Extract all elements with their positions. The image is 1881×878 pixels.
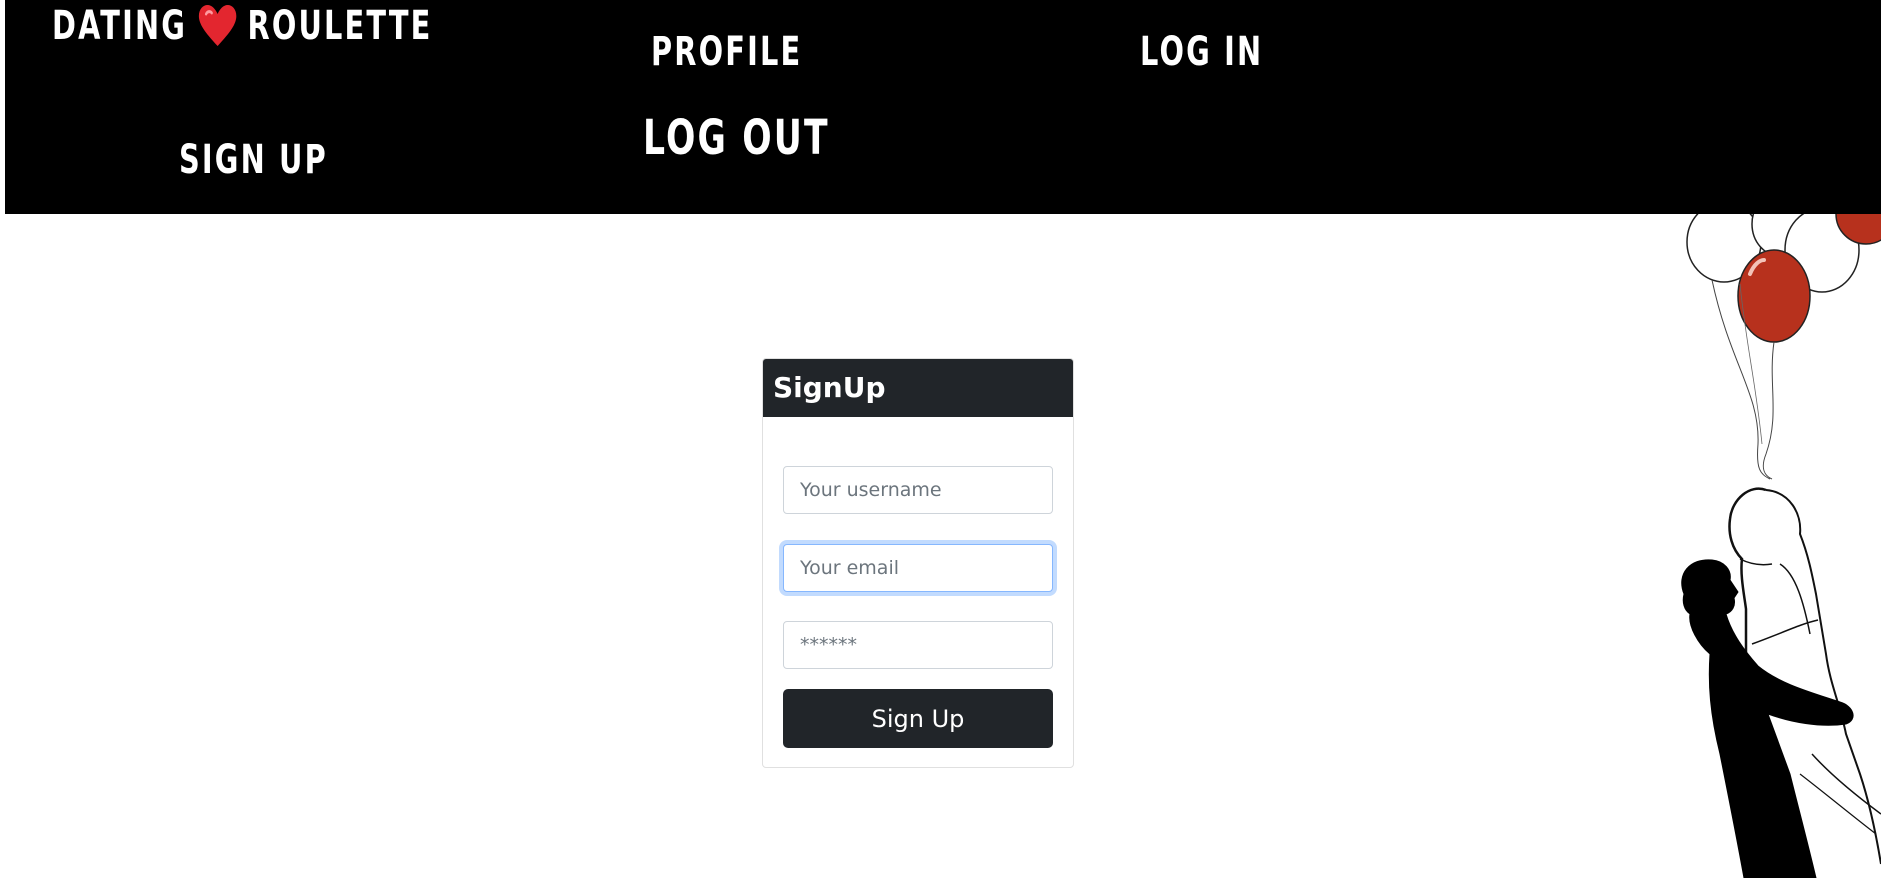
brand-logo[interactable]: DATING ROULETTE <box>52 4 432 48</box>
signup-submit-button[interactable]: Sign Up <box>783 689 1053 748</box>
signup-card: SignUp Sign Up <box>762 358 1074 768</box>
brand-text-left: DATING <box>52 3 188 49</box>
top-navbar: DATING ROULETTE PROFILE LOG IN SIGN UP L… <box>5 0 1881 214</box>
couple-with-balloons-illustration <box>1681 214 1881 878</box>
signup-card-title: SignUp <box>763 359 1073 417</box>
heart-icon <box>197 4 237 48</box>
nav-link-profile[interactable]: PROFILE <box>651 32 802 72</box>
nav-link-logout[interactable]: LOG OUT <box>643 114 830 162</box>
brand-text-right: ROULETTE <box>247 3 433 49</box>
password-input[interactable] <box>783 621 1053 669</box>
email-input[interactable] <box>783 544 1053 592</box>
username-input[interactable] <box>783 466 1053 514</box>
nav-link-signup[interactable]: SIGN UP <box>179 140 328 180</box>
nav-link-login[interactable]: LOG IN <box>1140 32 1263 72</box>
